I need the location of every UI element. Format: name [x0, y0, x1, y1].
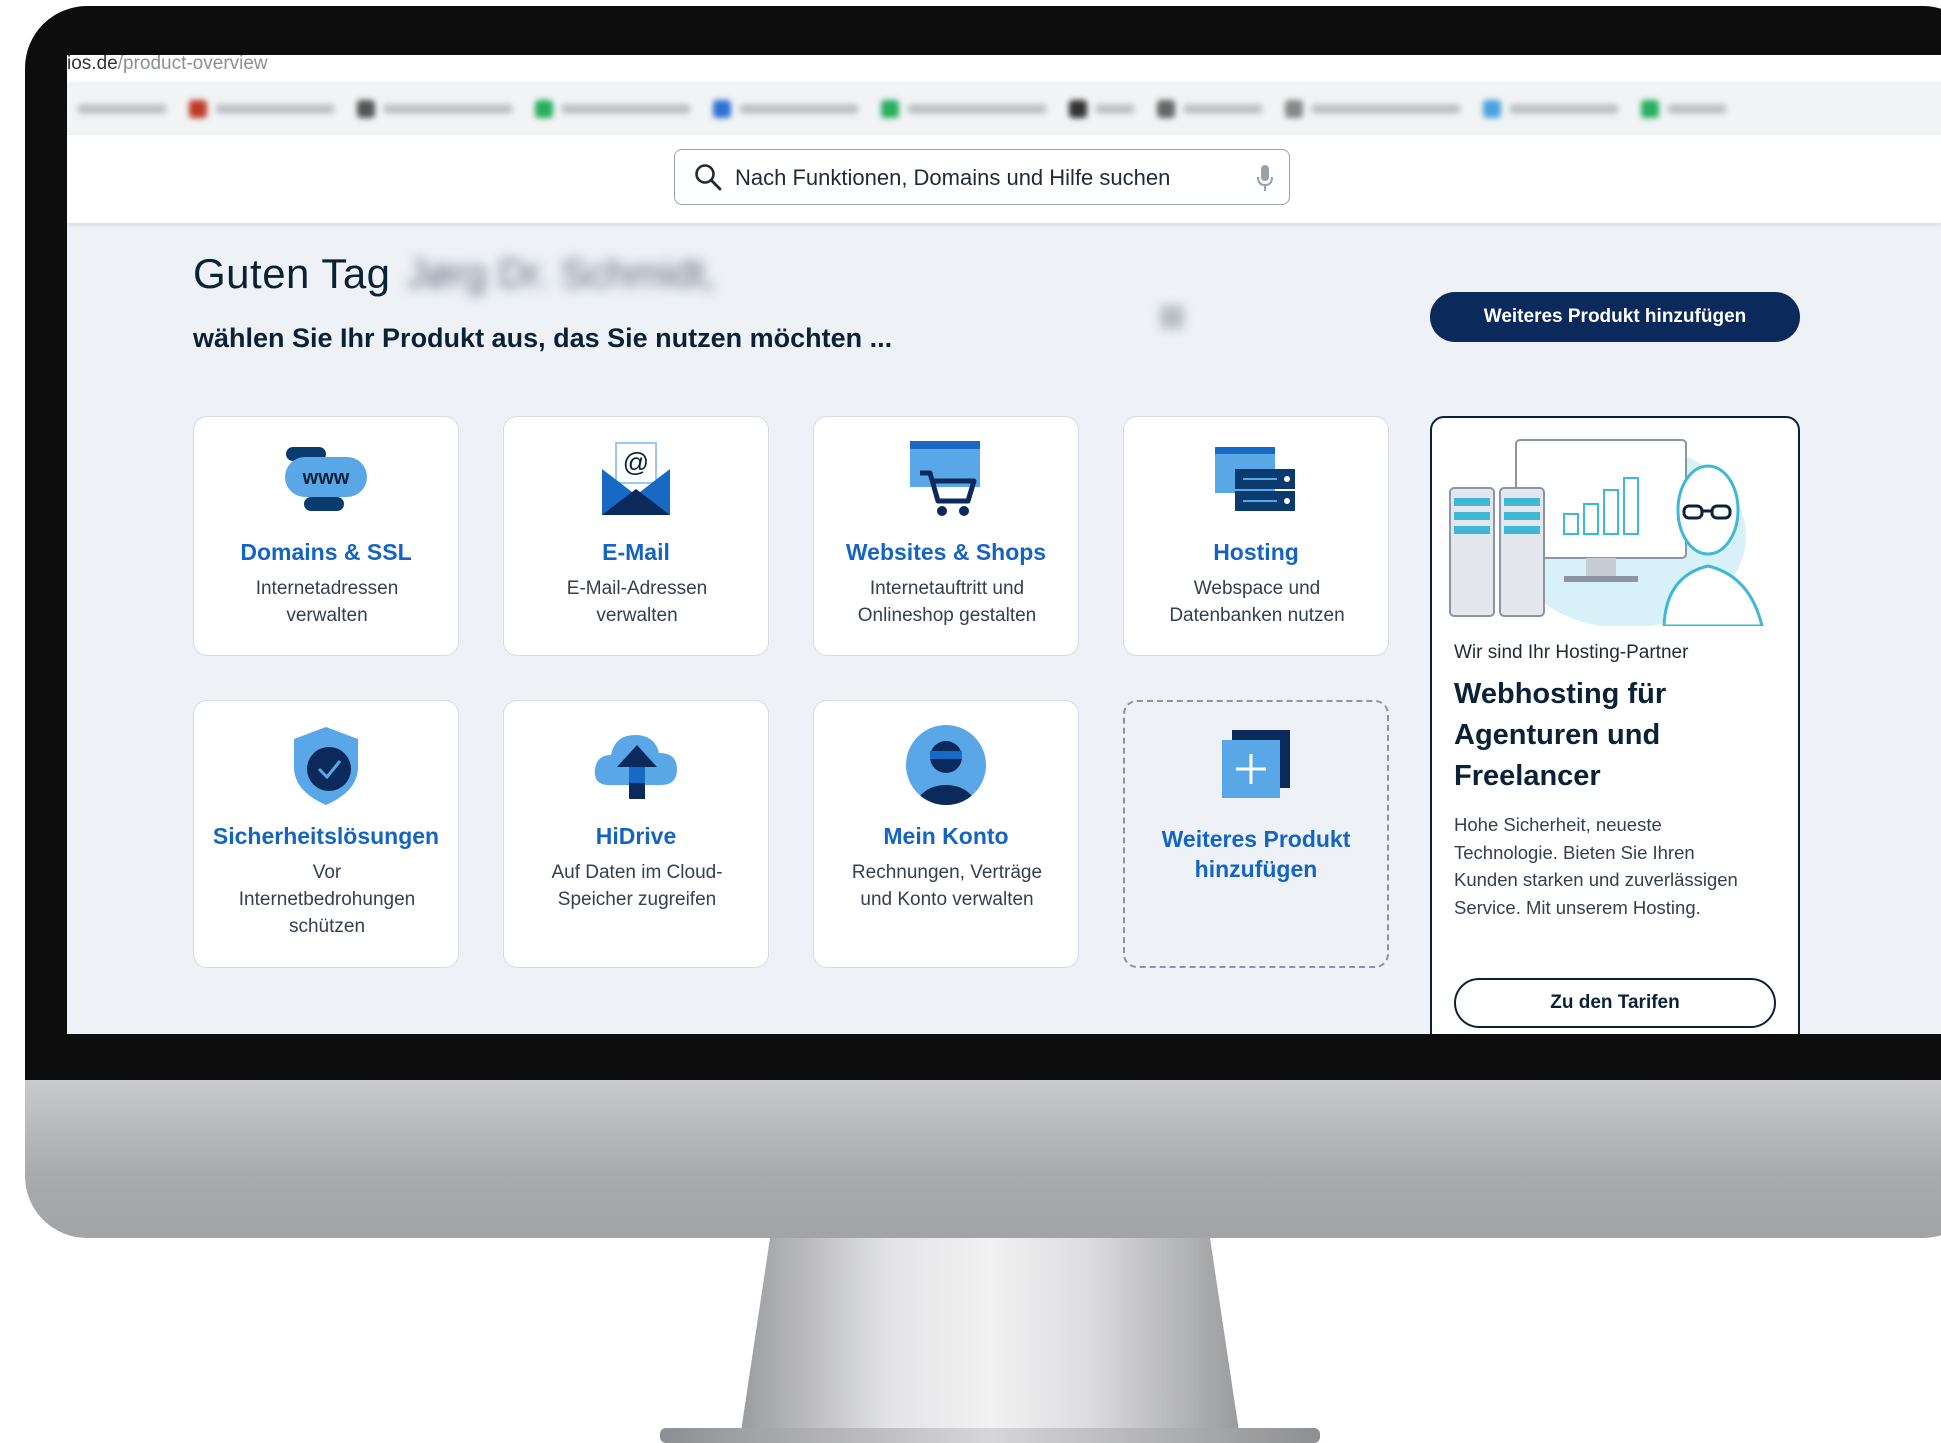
bookmark-item[interactable]: [881, 100, 1047, 118]
product-card-hosting[interactable]: Hosting Webspace und Datenbanken nutzen: [1123, 416, 1389, 656]
hosting-promo-panel: Wir sind Ihr Hosting-Partner Webhosting …: [1430, 416, 1800, 1034]
url-path: /product-overview: [117, 55, 268, 74]
svg-text:www: www: [302, 467, 350, 489]
card-title: Weiteres Produkt hinzufügen: [1161, 826, 1351, 882]
card-description: Vor Internetbedrohungen schützen: [238, 862, 416, 937]
card-description: Rechnungen, Verträge und Konto verwalten: [851, 862, 1043, 910]
add-product-button[interactable]: Weiteres Produkt hinzufügen: [1430, 292, 1800, 342]
add-product-card[interactable]: Weiteres Produkt hinzufügen: [1123, 700, 1389, 968]
greeting-title: Guten Tag: [193, 250, 391, 297]
security-shield-icon: [294, 727, 358, 805]
user-name: Jørg Dr. Schmidt,: [407, 252, 716, 296]
bookmark-item[interactable]: [535, 100, 691, 118]
bookmark-item[interactable]: [357, 100, 513, 118]
product-card-websites[interactable]: Websites & Shops Internetauftritt und Onl…: [813, 416, 1079, 656]
card-title: Hosting: [1213, 539, 1299, 565]
card-description: Webspace und Datenbanken nutzen: [1169, 578, 1345, 626]
search-input[interactable]: Nach Funktionen, Domains und Hilfe suche…: [735, 165, 1170, 191]
website-shop-cart-icon: [910, 441, 980, 516]
bookmark-item[interactable]: [1157, 100, 1263, 118]
url-host: ios.de: [67, 55, 118, 74]
microphone-icon[interactable]: [1255, 163, 1275, 193]
product-card-email[interactable]: @ E-Mail E-Mail-Adressen verwalten: [503, 416, 769, 656]
svg-text:@: @: [623, 447, 649, 477]
greeting-subtitle: wählen Sie Ihr Produkt aus, das Sie nutz…: [193, 323, 893, 353]
bookmarks-bar: [67, 83, 1941, 135]
hosting-server-icon: [1215, 447, 1295, 511]
bookmark-item[interactable]: [77, 104, 167, 114]
address-bar[interactable]: ios.de/product-overview: [67, 55, 1941, 82]
screen: ios.de/product-overview Nach Funktionen,…: [67, 55, 1941, 1034]
bookmark-item[interactable]: [1069, 100, 1135, 118]
promo-text: Hohe Sicherheit, neueste Technologie. Bie…: [1454, 814, 1738, 918]
bookmark-item[interactable]: [1641, 100, 1727, 118]
www-domain-icon: www: [285, 447, 367, 511]
promo-title: Webhosting für Agenturen und Freelancer: [1454, 678, 1667, 792]
user-account-icon: [906, 725, 986, 805]
promo-eyebrow: Wir sind Ihr Hosting-Partner: [1454, 642, 1689, 663]
card-description: E-Mail-Adressen verwalten: [566, 578, 708, 626]
product-card-hidrive[interactable]: HiDrive Auf Daten im Cloud- Speicher zugr…: [503, 700, 769, 968]
bookmark-item[interactable]: [189, 100, 335, 118]
card-title: HiDrive: [595, 823, 677, 849]
search-icon: [695, 164, 722, 191]
card-title: E-Mail: [602, 539, 670, 565]
hosting-illustration-icon: [1449, 439, 1764, 626]
card-title: Websites & Shops: [845, 539, 1047, 565]
card-description: Internetauftritt und Onlineshop gestalten: [857, 578, 1037, 626]
bookmark-item[interactable]: [713, 100, 859, 118]
email-envelope-icon: @: [602, 442, 670, 515]
card-title: Mein Konto: [883, 823, 1009, 849]
monitor-foot: [660, 1428, 1320, 1443]
search-box[interactable]: Nach Funktionen, Domains und Hilfe suche…: [674, 149, 1290, 205]
monitor-stand: [740, 1238, 1240, 1438]
tariffs-button[interactable]: Zu den Tarifen: [1454, 978, 1776, 1028]
blurred-element: [1160, 305, 1184, 329]
card-description: Internetadressen verwalten: [255, 578, 399, 626]
product-card-security[interactable]: Sicherheitslösungen Vor Internetbedrohung…: [193, 700, 459, 968]
bookmark-item[interactable]: [1285, 100, 1461, 118]
card-title: Domains & SSL: [240, 539, 412, 565]
card-title: Sicherheitslösungen: [212, 823, 440, 849]
add-product-icon: [1222, 730, 1290, 798]
bookmark-item[interactable]: [1483, 100, 1619, 118]
monitor-chin: [25, 1080, 1941, 1238]
cloud-upload-icon: [594, 735, 677, 799]
card-description: Auf Daten im Cloud- Speicher zugreifen: [551, 862, 723, 910]
product-card-domains[interactable]: www Domains & SSL Internetadressen verwal…: [193, 416, 459, 656]
product-card-account[interactable]: Mein Konto Rechnungen, Verträge und Konto…: [813, 700, 1079, 968]
